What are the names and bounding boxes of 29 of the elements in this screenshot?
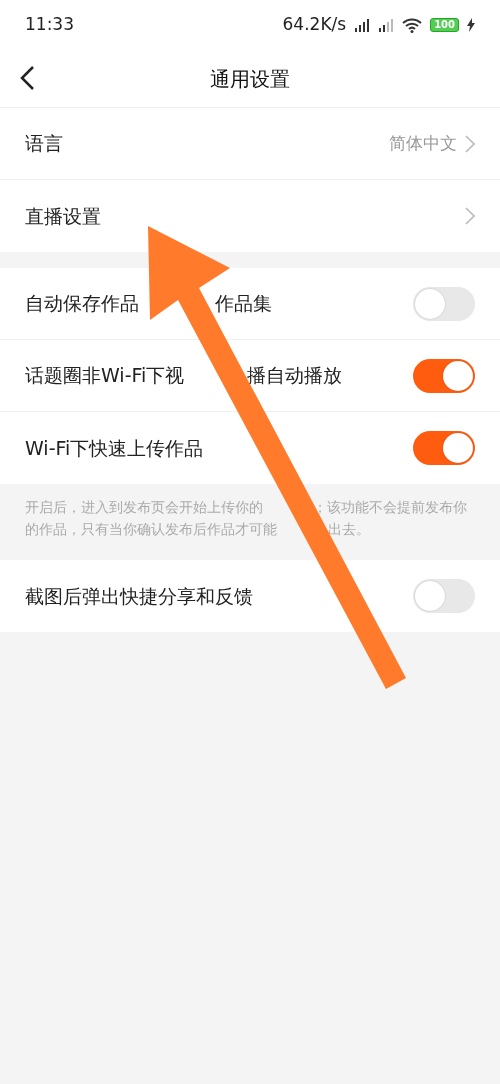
- toggle-switch[interactable]: [413, 286, 475, 321]
- note-text: ；该功能不会提前发布你: [313, 498, 467, 517]
- row-label: 话题圈非Wi-Fi下视: [25, 363, 186, 389]
- charging-icon: [467, 18, 475, 32]
- page-title: 通用设置: [210, 65, 290, 93]
- note-text: 出去。: [328, 520, 370, 539]
- chevron-icon: [465, 134, 475, 153]
- chevron-icon: [465, 207, 475, 225]
- battery-level: 100: [430, 18, 459, 32]
- row-label: 播自动播放: [247, 363, 342, 389]
- row-label: 直播设置: [25, 203, 101, 229]
- toggle-switch[interactable]: [413, 358, 475, 393]
- row-label: 作品集: [215, 291, 272, 317]
- wifi-icon: [402, 17, 423, 33]
- row-label: Wi-Fi下快速上传作品: [25, 435, 204, 461]
- toggle-switch[interactable]: [413, 579, 475, 613]
- note-text: 开启后，进入到发布页会开始上传你的: [25, 498, 264, 517]
- row-label: 截图后弹出快捷分享和反馈: [25, 583, 253, 609]
- signal-icon: [378, 18, 395, 32]
- settings-row[interactable]: 直播设置: [0, 180, 500, 252]
- signal-icon: [354, 18, 371, 32]
- row-label: 自动保存作品: [25, 291, 140, 317]
- row-label: 语言: [25, 131, 63, 157]
- network-speed: 64.2K/s: [282, 13, 347, 37]
- status-time: 11:33: [25, 13, 74, 37]
- note-text: 的作品，只有当你确认发布后作品才可能: [25, 520, 278, 539]
- toggle-switch[interactable]: [413, 431, 475, 465]
- settings-row[interactable]: 语言 简体中文: [0, 108, 500, 180]
- row-value: 简体中文: [389, 131, 457, 155]
